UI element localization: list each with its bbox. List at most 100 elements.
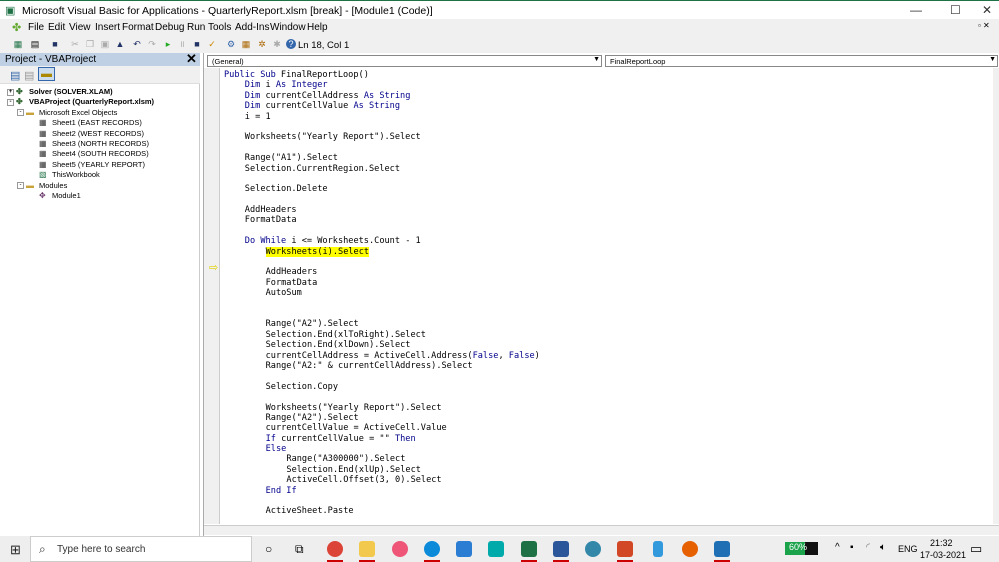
chevron-up-icon[interactable]: ^ [835,542,840,553]
code-line[interactable]: AddHeaders [224,205,540,215]
volume-icon[interactable]: 🔈︎ [880,542,886,553]
code-line[interactable]: Range("A2").Select [224,413,540,423]
tree-item[interactable]: ▦ Sheet1 (EAST RECORDS) [39,118,142,127]
menu-edit[interactable]: Edit [48,22,65,33]
tree-item[interactable]: - ▬ Microsoft Excel Objects [17,108,117,117]
code-line[interactable]: Selection.End(xlUp).Select [224,465,540,475]
network-icon[interactable]: ▪ [850,542,854,553]
code-line[interactable]: Selection.Copy [224,382,540,392]
code-line[interactable] [224,299,540,309]
notifications-icon[interactable]: ▭ [970,541,982,557]
minimize-button[interactable]: — [910,3,922,17]
toggle-folders-icon[interactable]: ▬ [38,67,55,81]
design-mode-icon[interactable]: ✓ [207,39,217,49]
horizontal-scrollbar[interactable] [204,525,999,535]
break-icon[interactable]: ॥ [177,39,187,49]
maximize-button[interactable]: ☐ [950,3,961,17]
code-line[interactable]: Selection.End(xlDown).Select [224,340,540,350]
copy-icon[interactable]: ❐ [85,39,95,49]
vertical-scrollbar[interactable] [993,68,999,524]
code-line[interactable]: ActiveCell.Offset(3, 0).Select [224,475,540,485]
powerpoint-icon[interactable] [617,541,633,557]
code-line[interactable]: Public Sub FinalReportLoop() [224,70,540,80]
firefox-icon[interactable] [682,541,698,557]
menu-help[interactable]: Help [307,22,328,33]
code-line[interactable] [224,309,540,319]
menu-window[interactable]: Window [270,22,306,33]
taskbar-search-box[interactable]: ⌕ Type here to search [30,536,252,562]
battery-indicator[interactable]: 60% [785,542,818,555]
doc-restore-button[interactable]: ▫ ✕ [978,21,990,30]
code-line[interactable]: Range("A2:" & currentCellAddress).Select [224,361,540,371]
code-line[interactable]: Selection.Delete [224,184,540,194]
code-line[interactable]: Range("A300000").Select [224,454,540,464]
paste-icon[interactable]: ▣ [100,39,110,49]
code-line[interactable] [224,195,540,205]
wifi-icon[interactable]: ◜ [866,542,870,553]
clock-date[interactable]: 17-03-2021 [920,550,966,560]
collapse-icon[interactable]: - [17,182,24,190]
cut-icon[interactable]: ✂ [70,39,80,49]
collapse-icon[interactable]: - [17,109,24,117]
word-icon[interactable] [553,541,569,557]
code-line[interactable]: Range("A1").Select [224,153,540,163]
code-line[interactable]: FormatData [224,278,540,288]
photos-icon[interactable] [714,541,730,557]
close-window-button[interactable]: ✕ [982,3,992,17]
windows-start-icon[interactable]: ⊞ [10,542,21,558]
view-object-icon[interactable]: ▤ [24,69,34,82]
code-line[interactable] [224,392,540,402]
code-line[interactable]: Else [224,444,540,454]
redo-icon[interactable]: ↷ [147,39,157,49]
code-line[interactable]: Dim currentCellValue As String [224,101,540,111]
code-line[interactable]: FormatData [224,215,540,225]
menu-format[interactable]: Format [122,22,154,33]
run-icon[interactable]: ▸ [163,39,173,49]
object-dropdown[interactable]: (General) ▼ [207,55,602,67]
expand-icon[interactable]: + [7,88,14,96]
code-line[interactable]: Dim i As Integer [224,80,540,90]
code-line[interactable]: AutoSum [224,288,540,298]
help-icon[interactable]: ? [286,39,296,49]
code-line[interactable]: End If [224,486,540,496]
code-editor[interactable]: Public Sub FinalReportLoop() Dim i As Int… [224,70,540,517]
tree-item[interactable]: - ▬ Modules [17,181,67,190]
find-icon[interactable]: ▲ [115,39,125,49]
view-code-icon[interactable]: ▤ [10,69,20,82]
margin-indicator-bar[interactable]: ⇨ [204,68,220,524]
code-line[interactable]: i = 1 [224,112,540,122]
tree-item[interactable]: + ✤ Solver (SOLVER.XLAM) [7,87,113,96]
menu-run[interactable]: Run [187,22,205,33]
code-line[interactable]: currentCellValue = ActiveCell.Value [224,423,540,433]
properties-icon[interactable]: ▦ [241,39,251,49]
clock-time[interactable]: 21:32 [930,538,953,548]
code-line[interactable]: Worksheets("Yearly Report").Select [224,132,540,142]
tree-item[interactable]: - ✤ VBAProject (QuarterlyReport.xlsm) [7,97,154,106]
tree-item[interactable]: ▦ Sheet5 (YEARLY REPORT) [39,160,145,169]
collapse-icon[interactable]: - [7,98,14,106]
code-line[interactable]: Do While i <= Worksheets.Count - 1 [224,236,540,246]
code-line[interactable]: Range("A2").Select [224,319,540,329]
excel-icon[interactable] [521,541,537,557]
tree-item[interactable]: ✥ Module1 [39,191,81,200]
tree-item[interactable]: ▦ Sheet4 (SOUTH RECORDS) [39,149,149,158]
skype-icon[interactable] [585,541,601,557]
code-line[interactable]: If currentCellValue = "" Then [224,434,540,444]
code-line[interactable] [224,257,540,267]
code-line[interactable]: Selection.End(xlToRight).Select [224,330,540,340]
menu-add-ins[interactable]: Add-Ins [235,22,269,33]
mail-icon[interactable] [456,541,472,557]
code-line[interactable] [224,371,540,381]
tree-item[interactable]: ▦ Sheet3 (NORTH RECORDS) [39,139,149,148]
code-line[interactable]: ActiveSheet.Paste [224,506,540,516]
code-line[interactable] [224,122,540,132]
code-line[interactable] [224,143,540,153]
tree-item[interactable]: ▧ ThisWorkbook [39,170,100,179]
code-line[interactable]: Dim currentCellAddress As String [224,91,540,101]
procedure-dropdown[interactable]: FinalReportLoop ▼ [605,55,998,67]
task-view-icon[interactable]: ⧉ [295,542,304,557]
object-browser-icon[interactable]: ✲ [257,39,267,49]
undo-icon[interactable]: ↶ [132,39,142,49]
code-line[interactable] [224,496,540,506]
code-line[interactable]: Selection.CurrentRegion.Select [224,164,540,174]
